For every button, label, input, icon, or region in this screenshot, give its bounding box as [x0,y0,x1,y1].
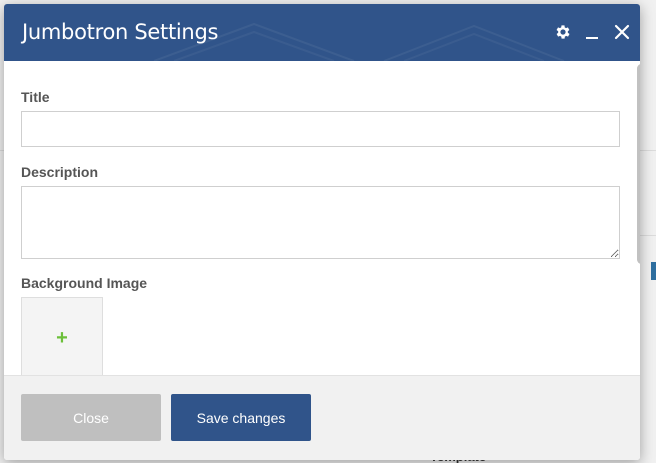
plus-icon: + [56,327,68,349]
background-divider [640,235,656,236]
scrollbar[interactable] [637,64,640,264]
modal-footer: Close Save changes [4,375,640,460]
jumbotron-settings-modal: Jumbotron Settings Title Description Bac… [4,4,640,460]
modal-header: Jumbotron Settings [4,4,640,61]
modal-title: Jumbotron Settings [22,20,219,44]
modal-body: Title Description Background Image + [4,61,640,375]
close-icon[interactable] [612,22,632,42]
background-image-picker[interactable]: + [21,297,103,375]
description-label: Description [21,164,99,180]
gear-icon[interactable] [553,22,573,42]
title-input[interactable] [21,111,620,147]
save-changes-button[interactable]: Save changes [171,394,311,441]
close-button[interactable]: Close [21,394,161,441]
description-textarea[interactable] [21,186,620,259]
background-accent [651,262,656,280]
title-label: Title [21,89,50,105]
background-image-label: Background Image [21,275,148,291]
background-divider [640,150,656,151]
minimize-icon[interactable] [582,22,602,42]
